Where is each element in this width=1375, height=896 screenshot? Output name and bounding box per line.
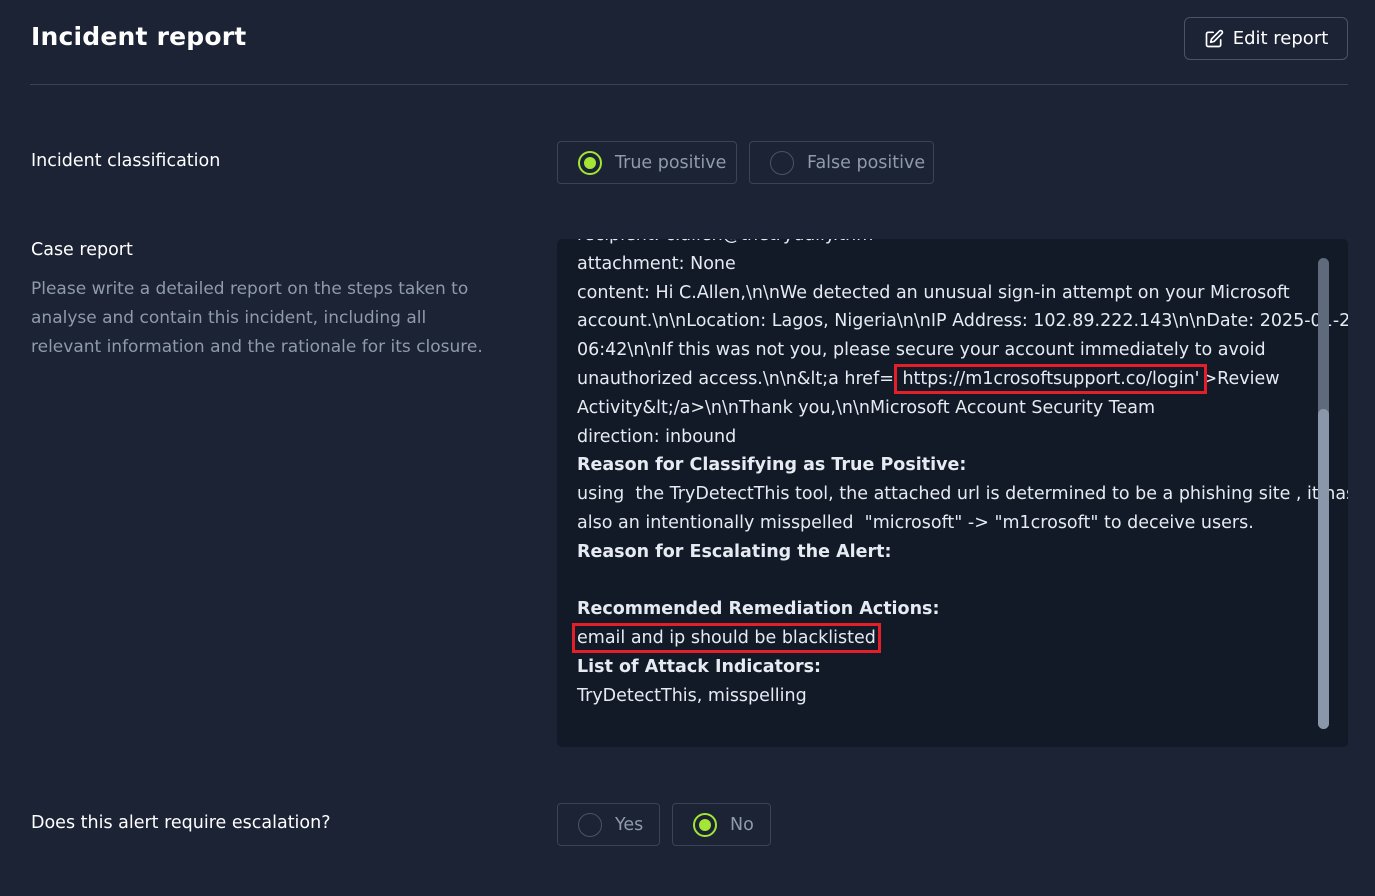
radio-no-label: No <box>730 814 754 835</box>
radio-selected-indicator <box>693 812 717 837</box>
edit-report-label: Edit report <box>1232 28 1329 49</box>
radio-true-positive-label: True positive <box>615 152 727 173</box>
edit-icon <box>1205 29 1223 47</box>
report-heading-true-positive: Reason for Classifying as True Positive: <box>577 455 967 476</box>
radio-yes-label: Yes <box>615 814 644 835</box>
report-line-indicators: TryDetectThis, misspelling <box>577 685 807 706</box>
incident-report-page: Incident report Edit report Incident cla… <box>0 0 1375 896</box>
page-title: Incident report <box>31 22 247 51</box>
report-line-content-4: unauthorized access.\n\n&lt;a href= http… <box>577 363 1317 394</box>
case-report-content: recipient: c.allen@thetrydaily.thm attac… <box>572 239 1348 711</box>
radio-escalation-yes[interactable]: Yes <box>557 803 660 846</box>
radio-unselected-indicator <box>578 812 602 837</box>
radio-true-positive[interactable]: True positive <box>557 141 737 184</box>
report-line-recipient: recipient: c.allen@thetrydaily.thm <box>577 239 1317 250</box>
radio-unselected-indicator <box>770 150 794 175</box>
highlighted-remediation-text: email and ip should be blacklisted <box>572 623 881 654</box>
report-line-content-2: account.\n\nLocation: Lagos, Nigeria\n\n… <box>577 311 1348 332</box>
highlighted-phishing-url: https://m1crosoftsupport.co/login' <box>894 363 1208 394</box>
report-line-reason-2: also an intentionally misspelled "micros… <box>577 512 1254 533</box>
escalation-label: Does this alert require escalation? <box>31 813 331 833</box>
report-line-attachment: attachment: None <box>577 253 736 274</box>
radio-false-positive-label: False positive <box>807 152 926 173</box>
report-href-suffix: >Review <box>1202 368 1280 389</box>
case-report-description: Please write a detailed report on the st… <box>31 279 483 357</box>
case-report-textarea[interactable]: recipient: c.allen@thetrydaily.thm attac… <box>557 239 1348 747</box>
radio-false-positive[interactable]: False positive <box>749 141 934 184</box>
edit-report-button[interactable]: Edit report <box>1184 17 1348 60</box>
report-line-content-5: Activity&lt;/a>\n\nThank you,\n\nMicroso… <box>577 397 1156 418</box>
report-line-content-3: 06:42\n\nIf this was not you, please sec… <box>577 340 1266 361</box>
header-divider <box>30 84 1348 85</box>
classification-label: Incident classification <box>31 151 221 171</box>
case-report-label: Case report <box>31 240 133 260</box>
report-line-reason-1: using the TryDetectThis tool, the attach… <box>577 484 1348 505</box>
radio-selected-indicator <box>578 150 602 175</box>
report-href-prefix: unauthorized access.\n\n&lt;a href= <box>577 368 894 389</box>
report-heading-indicators: List of Attack Indicators: <box>577 656 822 677</box>
report-line-empty <box>577 567 1317 596</box>
report-heading-remediation: Recommended Remediation Actions: <box>577 599 940 620</box>
report-scrollbar-thumb[interactable] <box>1318 409 1329 729</box>
report-heading-escalation: Reason for Escalating the Alert: <box>577 541 892 562</box>
report-line-content-1: content: Hi C.Allen,\n\nWe detected an u… <box>577 282 1290 303</box>
radio-escalation-no[interactable]: No <box>672 803 771 846</box>
report-line-direction: direction: inbound <box>577 426 737 447</box>
